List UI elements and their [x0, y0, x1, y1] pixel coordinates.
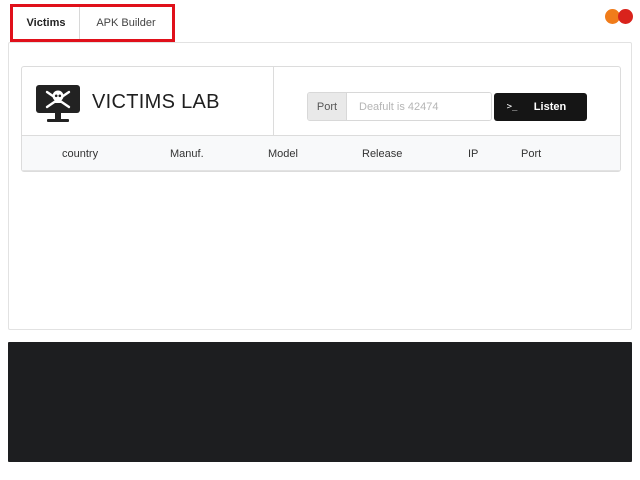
- tab-apk-builder[interactable]: APK Builder: [80, 7, 172, 39]
- column-header-release[interactable]: Release: [362, 148, 402, 160]
- port-label: Port: [308, 93, 347, 120]
- tab-bar: Victims APK Builder: [10, 4, 175, 42]
- port-input[interactable]: [347, 93, 491, 120]
- column-header-country[interactable]: country: [62, 148, 98, 160]
- red-dot-icon[interactable]: [618, 9, 633, 24]
- listen-button[interactable]: >_ Listen: [494, 92, 587, 121]
- victims-panel: VICTIMS LAB Port >_ Listen country Manuf…: [8, 42, 632, 330]
- terminal-icon: >_: [506, 101, 518, 112]
- column-header-port[interactable]: Port: [521, 148, 541, 160]
- column-header-manufacturer[interactable]: Manuf.: [170, 148, 204, 160]
- brand-header: VICTIMS LAB: [22, 67, 274, 135]
- listener-controls: Port >_ Listen: [307, 92, 587, 121]
- victims-table-header: country Manuf. Model Release IP Port: [22, 135, 620, 171]
- log-console[interactable]: [8, 342, 632, 462]
- page-title: VICTIMS LAB: [92, 91, 220, 113]
- port-input-group: Port: [307, 92, 492, 121]
- listen-button-label: Listen: [533, 100, 567, 113]
- skull-monitor-icon: [36, 85, 80, 122]
- window-dots: [605, 9, 633, 24]
- column-header-model[interactable]: Model: [268, 148, 298, 160]
- victims-card: VICTIMS LAB Port >_ Listen country Manuf…: [21, 66, 621, 172]
- tab-victims[interactable]: Victims: [13, 7, 80, 39]
- column-header-ip[interactable]: IP: [468, 148, 478, 160]
